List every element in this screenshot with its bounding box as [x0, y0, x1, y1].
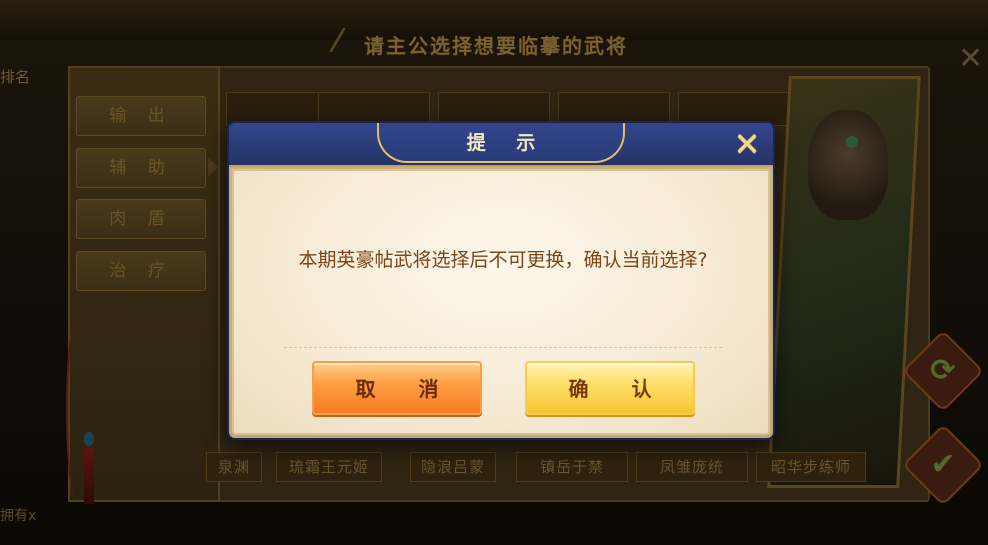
dialog-body: 本期英豪帖武将选择后不可更换，确认当前选择? 取 消 确 认	[232, 169, 770, 435]
close-icon[interactable]: ✕	[729, 127, 765, 163]
hero-name-plate[interactable]: 昭华步练师	[756, 452, 866, 482]
category-tab-tank[interactable]: 肉 盾	[76, 199, 206, 239]
tassel-bead	[84, 432, 94, 446]
category-tab-support[interactable]: 辅 助	[76, 148, 206, 188]
owned-label: 拥有x	[0, 508, 37, 524]
hero-card[interactable]	[318, 92, 430, 126]
hero-card[interactable]	[438, 92, 550, 126]
hero-jewel-ornament	[846, 136, 858, 148]
refresh-icon: ⟳	[930, 353, 956, 388]
background-close-icon[interactable]: ✕	[958, 44, 983, 74]
confirm-dialog: 提 示 ✕ 本期英豪帖武将选择后不可更换，确认当前选择? 取 消 确 认	[229, 123, 773, 438]
hero-portrait	[808, 110, 888, 220]
hero-name-plate[interactable]: 泉渊	[206, 452, 262, 482]
dialog-title: 提 示	[466, 132, 548, 154]
hero-card[interactable]	[678, 92, 790, 126]
hero-card[interactable]	[558, 92, 670, 126]
confirm-button[interactable]: 确 认	[525, 361, 695, 415]
tassel-cord	[66, 320, 86, 500]
category-tab-output[interactable]: 输 出	[76, 96, 206, 136]
rank-label: 排名	[0, 68, 31, 86]
selected-category-arrow-icon	[208, 158, 219, 176]
cancel-button[interactable]: 取 消	[312, 361, 482, 415]
hero-name-plate[interactable]: 隐浪吕蒙	[410, 452, 496, 482]
selection-title: 请主公选择想要临摹的武将	[364, 34, 628, 58]
hero-name-plate[interactable]: 凤雏庞统	[636, 452, 748, 482]
dialog-divider	[284, 347, 722, 348]
hero-name-plate[interactable]: 镇岳于禁	[516, 452, 628, 482]
hero-name-plate[interactable]: 琉霜王元姬	[276, 452, 382, 482]
tassel-fringe	[84, 448, 94, 504]
category-tab-healer[interactable]: 治 疗	[76, 251, 206, 291]
dialog-message: 本期英豪帖武将选择后不可更换，确认当前选择?	[298, 249, 708, 271]
check-icon: ✔	[930, 447, 956, 482]
